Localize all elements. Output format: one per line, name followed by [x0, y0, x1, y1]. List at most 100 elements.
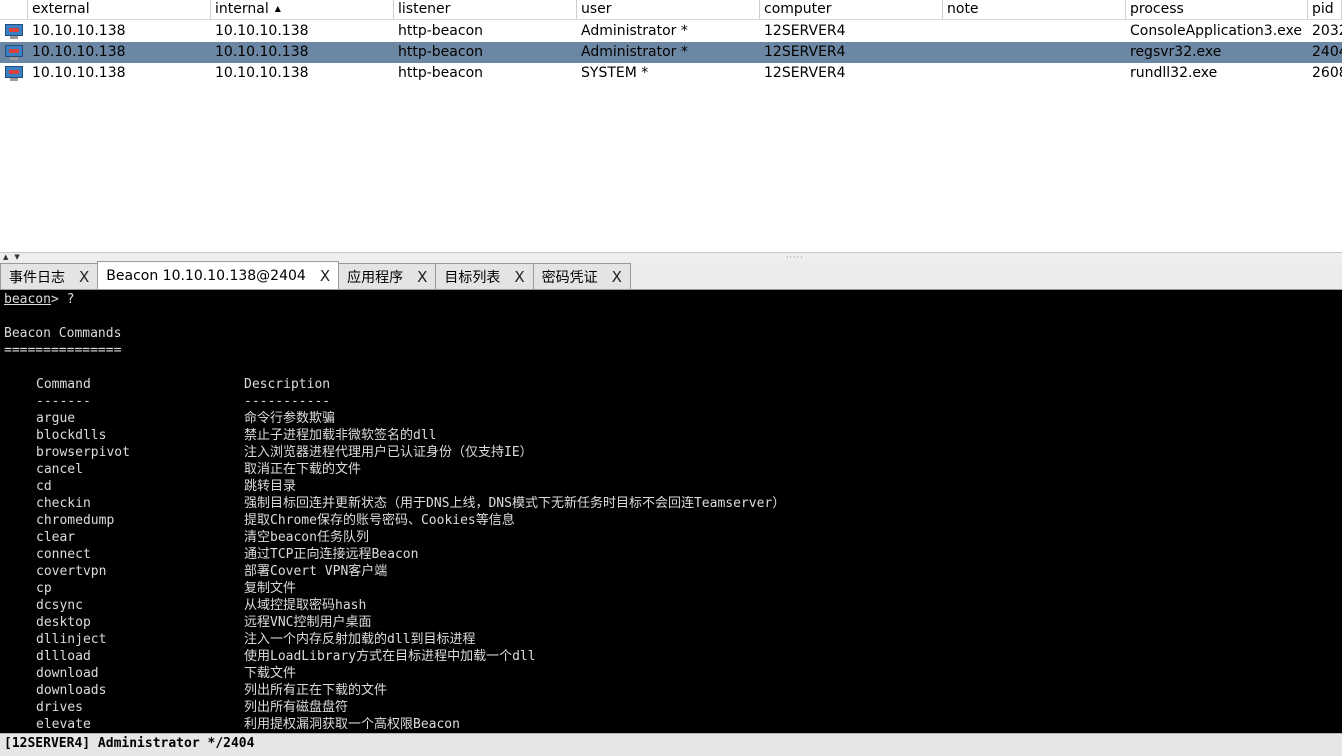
beacon-console[interactable]: beacon> ? Beacon Commands ==============…: [0, 290, 1342, 733]
command-name: blockdlls: [36, 428, 107, 443]
command-name: drives: [36, 700, 83, 715]
cell-external: 10.10.10.138: [32, 65, 126, 81]
computer-session-icon: [4, 66, 24, 81]
sort-ascending-icon: ▲: [274, 4, 281, 13]
status-bar: [12SERVER4] Administrator */2404: [0, 733, 1342, 756]
command-description: 部署Covert VPN客户端: [244, 564, 388, 579]
column-header-internal[interactable]: internal ▲: [211, 0, 394, 20]
command-description: 禁止子进程加载非微软签名的dll: [244, 428, 437, 443]
command-row: connect 通过TCP正向连接远程Beacon: [0, 546, 1342, 563]
command-name: dcsync: [36, 598, 83, 613]
command-description: 提取Chrome保存的账号密码、Cookies等信息: [244, 513, 515, 528]
command-row: download 下载文件: [0, 665, 1342, 682]
column-header-external[interactable]: external: [28, 0, 211, 20]
cell-external: 10.10.10.138: [32, 44, 126, 60]
splitter-collapse-arrows-icon[interactable]: ▲▼: [3, 253, 26, 262]
command-row: dcsync 从域控提取密码hash: [0, 597, 1342, 614]
cell-pid: 2608: [1312, 65, 1342, 81]
command-description: 通过TCP正向连接远程Beacon: [244, 547, 419, 562]
command-description: 列出所有正在下载的文件: [244, 683, 388, 698]
splitter-grip-icon[interactable]: ·····: [786, 254, 804, 262]
command-name: clear: [36, 530, 76, 545]
cell-process: ConsoleApplication3.exe: [1130, 23, 1302, 39]
command-name: elevate: [36, 717, 91, 732]
console-prompt: beacon: [4, 292, 51, 307]
command-description: 下载文件: [244, 666, 297, 681]
command-name: chromedump: [36, 513, 115, 528]
cell-computer: 12SERVER4: [764, 44, 846, 60]
tab-beacon[interactable]: Beacon 10.10.10.138@2404 X: [97, 261, 340, 289]
command-description: 取消正在下载的文件: [244, 462, 362, 477]
command-row: cd 跳转目录: [0, 478, 1342, 495]
console-input: > ?: [50, 292, 75, 307]
cell-internal: 10.10.10.138: [215, 65, 309, 81]
console-heading: Beacon Commands: [4, 326, 122, 341]
command-row: desktop 远程VNC控制用户桌面: [0, 614, 1342, 631]
cell-note: [943, 21, 1126, 42]
cell-external: 10.10.10.138: [32, 23, 126, 39]
command-description: 从域控提取密码hash: [244, 598, 367, 613]
cell-computer: 12SERVER4: [764, 23, 846, 39]
command-table-header: Command Description: [0, 376, 1342, 393]
table-row[interactable]: 10.10.10.138 10.10.10.138 http-beacon Ad…: [0, 42, 1342, 63]
column-header-user[interactable]: user: [577, 0, 760, 20]
close-icon[interactable]: X: [612, 268, 622, 286]
command-column-header: Command: [36, 377, 91, 392]
cell-listener: http-beacon: [398, 23, 484, 39]
column-header-listener[interactable]: listener: [394, 0, 577, 20]
command-row: clear 清空beacon任务队列: [0, 529, 1342, 546]
table-row[interactable]: 10.10.10.138 10.10.10.138 http-beacon SY…: [0, 63, 1342, 84]
command-row: elevate 利用提权漏洞获取一个高权限Beacon: [0, 716, 1342, 733]
column-header-computer[interactable]: computer: [760, 0, 943, 20]
command-description: 命令行参数欺骗: [244, 411, 336, 426]
command-name: download: [36, 666, 99, 681]
cell-user: Administrator *: [581, 23, 688, 39]
cell-user: Administrator *: [581, 44, 688, 60]
command-name: checkin: [36, 496, 91, 511]
column-header-process[interactable]: process: [1126, 0, 1308, 20]
command-name: covertvpn: [36, 564, 107, 579]
tab-credentials[interactable]: 密码凭证 X: [532, 263, 631, 289]
cell-note: [943, 42, 1126, 63]
tab-label: 应用程序: [347, 269, 404, 286]
table-header: external internal ▲ listener user compute…: [0, 0, 1342, 20]
tab-targets[interactable]: 目标列表 X: [435, 263, 534, 289]
close-icon[interactable]: X: [417, 268, 427, 286]
command-name: desktop: [36, 615, 91, 630]
command-description: 远程VNC控制用户桌面: [244, 615, 372, 630]
command-description: 跳转目录: [244, 479, 297, 494]
command-name: connect: [36, 547, 91, 562]
close-icon[interactable]: X: [320, 267, 330, 285]
command-list: argue 命令行参数欺骗 blockdlls 禁止子进程加载非微软签名的dll bro…: [0, 410, 1342, 733]
sessions-table[interactable]: external internal ▲ listener user compute…: [0, 0, 1342, 252]
command-description: 使用LoadLibrary方式在目标进程中加载一个dll: [244, 649, 536, 664]
close-icon[interactable]: X: [79, 268, 89, 286]
command-row: checkin 强制目标回连并更新状态（用于DNS上线，DNS模式下无新任务时目标…: [0, 495, 1342, 512]
table-row[interactable]: 10.10.10.138 10.10.10.138 http-beacon Ad…: [0, 21, 1342, 42]
command-description: 利用提权漏洞获取一个高权限Beacon: [244, 717, 460, 732]
tab-applications[interactable]: 应用程序 X: [338, 263, 437, 289]
command-name: cd: [36, 479, 52, 494]
cell-pid: 2404: [1312, 44, 1342, 60]
cell-listener: http-beacon: [398, 65, 484, 81]
computer-session-icon: [4, 45, 24, 60]
tab-event-log[interactable]: 事件日志 X: [0, 263, 99, 289]
command-description: 清空beacon任务队列: [244, 530, 369, 545]
close-icon[interactable]: X: [514, 268, 524, 286]
command-name: cp: [36, 581, 52, 596]
command-row: covertvpn 部署Covert VPN客户端: [0, 563, 1342, 580]
command-name: downloads: [36, 683, 107, 698]
computer-session-icon: [4, 24, 24, 39]
console-prompt-line: beacon> ?: [0, 291, 1342, 308]
command-description: 注入浏览器进程代理用户已认证身份（仅支持IE）: [244, 445, 533, 460]
cell-user: SYSTEM *: [581, 65, 649, 81]
tab-bar: 事件日志 X Beacon 10.10.10.138@2404 X 应用程序 X…: [0, 261, 1342, 290]
column-header-icon[interactable]: [0, 0, 28, 20]
command-row: downloads 列出所有正在下载的文件: [0, 682, 1342, 699]
tab-label: 目标列表: [444, 269, 501, 286]
command-name: dllinject: [36, 632, 107, 647]
column-header-note[interactable]: note: [943, 0, 1126, 20]
column-header-pid[interactable]: pid: [1308, 0, 1342, 20]
table-body: 10.10.10.138 10.10.10.138 http-beacon Ad…: [0, 21, 1342, 84]
cell-computer: 12SERVER4: [764, 65, 846, 81]
